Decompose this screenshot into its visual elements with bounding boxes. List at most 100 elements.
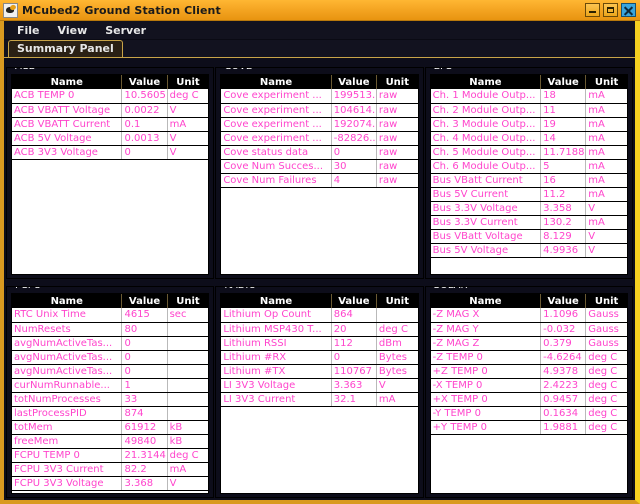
table-row[interactable]: lastProcessPID 874 [12, 406, 209, 421]
table-row[interactable]: Cove Num Failures 4 raw [221, 173, 418, 188]
table-row[interactable]: FCPU 3V3 Current 82.2 mA [12, 462, 209, 477]
column-header-value[interactable]: Value [331, 75, 377, 89]
cell-name: FCPU 3V3 Current [12, 462, 123, 477]
column-header-value[interactable]: Value [331, 294, 377, 308]
table-row[interactable]: Ch. 2 Module Outp... 11 mA [430, 103, 627, 118]
menu-item-server[interactable]: Server [98, 23, 153, 38]
table-row[interactable]: +Z TEMP 0 4.9378 deg C [430, 364, 627, 379]
column-header-name[interactable]: Name [12, 75, 123, 89]
column-header-unit[interactable]: Unit [167, 75, 209, 89]
table-row[interactable]: avgNumActiveTas... 0 [12, 336, 209, 351]
table-row[interactable]: Cove experiment ... 104614... raw [221, 103, 418, 118]
column-header-unit[interactable]: Unit [167, 294, 209, 308]
column-header-name[interactable]: Name [430, 294, 542, 308]
column-header-unit[interactable]: Unit [376, 294, 418, 308]
table-row[interactable]: Cove experiment ... 199513... raw [221, 89, 418, 104]
cell-value: -0.032 [540, 322, 587, 337]
column-header-name[interactable]: Name [12, 294, 123, 308]
table-row[interactable]: Bus VBatt Voltage 8.129 V [430, 229, 627, 244]
column-header-value[interactable]: Value [540, 294, 587, 308]
cell-value: 4.9936 [540, 243, 587, 258]
cell-value: 130.2 [540, 215, 587, 230]
table-row[interactable]: RTC Unix Time 4615 sec [12, 308, 209, 323]
table-row[interactable]: Ch. 1 Module Outp... 18 mA [430, 89, 627, 104]
table-row[interactable]: Bus 5V Current 11.2 mA [430, 187, 627, 202]
table-row[interactable]: -Z MAG Z 0.379 Gauss [430, 336, 627, 351]
table-row[interactable]: ACB VBATT Current 0.1 mA [12, 117, 209, 132]
table-row[interactable]: totMem 61912 kB [12, 420, 209, 435]
table-row[interactable]: NumResets 80 [12, 322, 209, 337]
window-title: MCubed2 Ground Station Client [22, 3, 221, 17]
telemetry-table-solar: Name Value Unit -Z MAG X 1.1096 Gauss -Z… [430, 294, 627, 435]
tab-summary-panel[interactable]: Summary Panel [8, 40, 123, 57]
column-header-value[interactable]: Value [540, 75, 587, 89]
table-wrapper-eps: Name Value Unit Ch. 1 Module Outp... 18 … [429, 74, 628, 275]
column-header-unit[interactable]: Unit [585, 294, 627, 308]
table-row[interactable]: -Z MAG X 1.1096 Gauss [430, 308, 627, 323]
table-row[interactable]: LI 3V3 Voltage 3.363 V [221, 378, 418, 393]
cell-value: 61912 [121, 420, 168, 435]
panel-acb: ACB Name Value Unit ACB TEMP 0 [6, 67, 215, 279]
table-row[interactable]: +Y TEMP 0 1.9881 deg C [430, 420, 627, 435]
cell-value: 19 [540, 117, 587, 132]
menu-item-file[interactable]: File [10, 23, 47, 38]
column-header-value[interactable]: Value [121, 294, 168, 308]
column-header-unit[interactable]: Unit [376, 75, 418, 89]
table-row[interactable]: Bus 5V Voltage 4.9936 V [430, 243, 627, 258]
table-row[interactable]: FCPU 3V3 Voltage 3.368 V [12, 476, 209, 491]
table-row[interactable]: Lithium RSSI 112 dBm [221, 336, 418, 351]
table-row[interactable]: Ch. 5 Module Outp... 11.7188 mA [430, 145, 627, 160]
table-row[interactable]: Ch. 4 Module Outp... 14 mA [430, 131, 627, 146]
cell-name: Cove status data [221, 145, 332, 160]
table-row[interactable]: Cove Num Succes... 30 raw [221, 159, 418, 174]
table-wrapper-fcpu: Name Value Unit RTC Unix Time 4615 sec N… [11, 293, 210, 494]
table-row[interactable]: freeMem 49840 kB [12, 434, 209, 449]
table-row[interactable]: Bus VBatt Current 16 mA [430, 173, 627, 188]
table-row[interactable]: LI 3V3 Current 32.1 mA [221, 392, 418, 407]
close-button[interactable] [621, 3, 636, 17]
table-row[interactable]: ACB 3V3 Voltage 0 V [12, 145, 209, 160]
table-row[interactable]: Lithium #TX 110767 Bytes [221, 364, 418, 379]
table-row[interactable]: +X TEMP 0 0.9457 deg C [430, 392, 627, 407]
cell-unit: raw [376, 103, 418, 118]
column-header-value[interactable]: Value [121, 75, 168, 89]
table-row[interactable]: ACB VBATT Voltage 0.0022 V [12, 103, 209, 118]
table-row[interactable]: avgNumActiveTas... 0 [12, 364, 209, 379]
table-row[interactable]: Ch. 3 Module Outp... 19 mA [430, 117, 627, 132]
column-header-name[interactable]: Name [430, 75, 542, 89]
maximize-button[interactable] [603, 3, 618, 17]
table-row[interactable]: Cove experiment ... -82826... raw [221, 131, 418, 146]
cell-unit: V [167, 103, 209, 118]
cell-unit: dBm [376, 336, 418, 351]
table-row[interactable]: totNumProcesses 33 [12, 392, 209, 407]
minimize-button[interactable] [585, 3, 600, 17]
table-row[interactable]: -Z MAG Y -0.032 Gauss [430, 322, 627, 337]
table-row[interactable]: Lithium Op Count 864 [221, 308, 418, 323]
cell-name: freeMem [12, 434, 123, 449]
cell-value: 3.358 [540, 201, 587, 216]
table-row[interactable]: Cove experiment ... 192074... raw [221, 117, 418, 132]
table-row[interactable]: Lithium #RX 0 Bytes [221, 350, 418, 365]
app-bug-icon [3, 2, 18, 18]
column-header-unit[interactable]: Unit [585, 75, 627, 89]
table-row[interactable]: Cove status data 0 raw [221, 145, 418, 160]
table-row[interactable]: avgNumActiveTas... 0 [12, 350, 209, 365]
menu-item-view[interactable]: View [51, 23, 95, 38]
table-row[interactable]: curNumRunnable... 1 [12, 378, 209, 393]
cell-name: Lithium MSP430 T... [221, 322, 332, 337]
column-header-name[interactable]: Name [221, 75, 332, 89]
cell-name: Ch. 5 Module Outp... [430, 145, 542, 160]
table-row[interactable]: ACB 5V Voltage 0.0013 V [12, 131, 209, 146]
table-row[interactable]: ACB TEMP 0 10.5605 deg C [12, 89, 209, 104]
table-row[interactable]: -Z TEMP 0 -4.6264 deg C [430, 350, 627, 365]
table-row[interactable]: Bus 3.3V Voltage 3.358 V [430, 201, 627, 216]
table-row[interactable]: Bus 3.3V Current 130.2 mA [430, 215, 627, 230]
table-row[interactable]: Ch. 6 Module Outp... 5 mA [430, 159, 627, 174]
table-row[interactable]: FCPU TEMP 0 21.3144 deg C [12, 448, 209, 463]
cell-unit: kB [167, 420, 209, 435]
table-row[interactable]: Lithium MSP430 T... 20 deg C [221, 322, 418, 337]
cell-value: -4.6264 [540, 350, 587, 365]
table-row[interactable]: -X TEMP 0 2.4223 deg C [430, 378, 627, 393]
column-header-name[interactable]: Name [221, 294, 332, 308]
table-row[interactable]: -Y TEMP 0 0.1634 deg C [430, 406, 627, 421]
